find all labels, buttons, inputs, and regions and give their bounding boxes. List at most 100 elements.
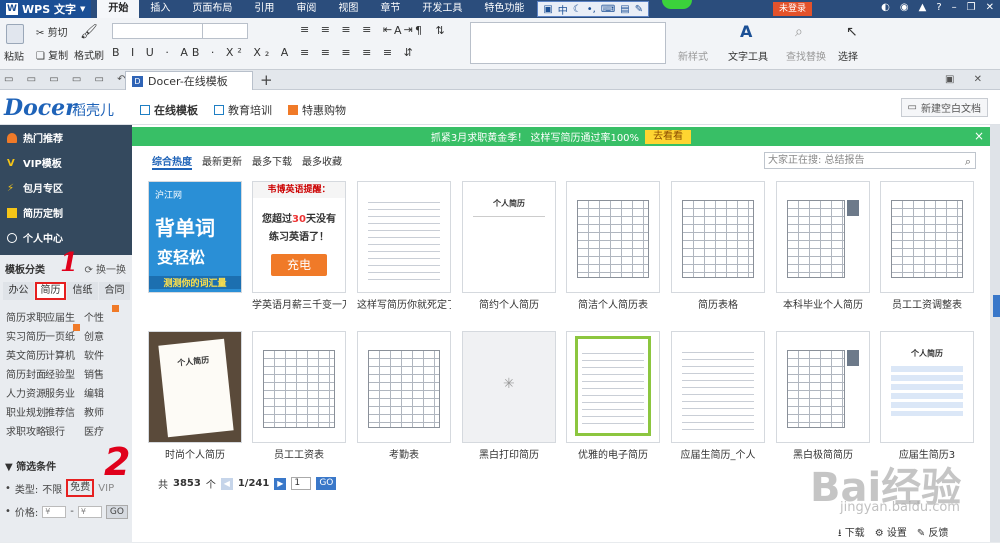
paste-button[interactable]: 粘贴 [4,48,24,63]
category-tag[interactable]: 软件 [84,347,117,362]
scrollbar[interactable] [990,125,1000,542]
next-page-button[interactable]: ▶ [274,477,287,490]
menu-item[interactable]: 页面布局 [181,0,243,18]
new-blank-document-button[interactable]: ▭ 新建空白文档 [900,98,988,117]
template-card[interactable]: 个人简历 应届生简历3 [880,331,974,461]
template-card[interactable]: 黑白极简简历 [776,331,870,461]
template-thumbnail[interactable] [880,181,974,293]
category-tag[interactable]: 银行 [45,423,78,438]
template-card[interactable]: 这样写简历你就死定了 [357,181,451,311]
download-button[interactable]: ⭳ 下载 [838,524,865,543]
tab-controls[interactable]: ▣ ✕ [945,74,990,85]
template-title[interactable]: 简约个人简历 [462,296,556,311]
sidebar-item-monthly[interactable]: ⚡ 包月专区 [0,175,132,200]
template-thumbnail[interactable]: 个人简历 [880,331,974,443]
template-thumbnail[interactable]: 个人简历 [148,331,242,443]
minimize-icon[interactable]: – [952,2,957,13]
sort-tab[interactable]: 最新更新 [202,153,242,170]
template-card[interactable]: 员工工资调整表 [880,181,974,311]
category-tag[interactable]: 服务业 [45,385,78,400]
sidebar-item-vip[interactable]: V VIP模板 [0,150,132,175]
template-card[interactable]: 本科毕业个人简历 [776,181,870,311]
template-title[interactable]: 员工工资调整表 [880,296,974,311]
template-title[interactable]: 本科毕业个人简历 [776,296,870,311]
category-tag[interactable]: 计算机 [45,347,78,362]
share-icon[interactable]: ◉ [900,2,909,13]
ad-cta-button[interactable]: 充电 [271,254,327,276]
menu-item[interactable]: 引用 [243,0,285,18]
ime-toolbar[interactable]: ▣ 中 ☾ •, ⌨ ▤ ✎ [537,1,650,17]
help-icon[interactable]: ? [936,2,941,13]
document-tab[interactable]: D Docer-在线模板 [125,71,253,90]
template-title[interactable]: 这样写简历你就死定了 [357,296,451,311]
format-painter-button[interactable]: 格式刷 [74,47,104,62]
template-thumbnail[interactable] [671,181,765,293]
template-thumbnail[interactable]: 个人简历 [462,181,556,293]
category-tag[interactable]: 职业规划 [6,404,46,419]
settings-button[interactable]: ⚙ 设置 [875,524,907,543]
new-tab-button[interactable]: + [260,71,273,89]
docer-logo[interactable]: Docer [4,95,77,121]
search-icon[interactable]: ⌕ [965,154,971,169]
restore-icon[interactable]: ❐ [967,2,976,13]
template-card[interactable]: 考勤表 [357,331,451,461]
template-title[interactable]: 简历表格 [671,296,765,311]
sort-tab[interactable]: 最多收藏 [302,153,342,170]
template-thumbnail[interactable] [566,181,660,293]
template-thumbnail[interactable] [776,331,870,443]
page-input[interactable]: 1 [291,477,312,490]
sidebar-item-profile[interactable]: 个人中心 [0,225,132,250]
type-option-free[interactable]: 免费 [66,479,95,497]
type-option-vip[interactable]: VIP [98,483,114,494]
template-card[interactable]: 优雅的电子简历 [566,331,660,461]
template-thumbnail[interactable]: 沪江网 背单词 变轻松 测测你的词汇量 [148,181,242,293]
menu-item[interactable]: 章节 [369,0,411,18]
price-max-input[interactable]: ¥ [77,505,102,518]
category-tag[interactable]: 应届生 [45,309,78,324]
category-tag[interactable]: 编辑 [84,385,117,400]
menu-item[interactable]: 视图 [327,0,369,18]
template-search-input[interactable]: 大家正在搜: 总结报告 ⌕ [764,152,976,169]
template-thumbnail[interactable]: 韦博英语提醒： 您超过30天没有 练习英语了！ 充电 [252,181,346,293]
category-tag[interactable]: 一页纸 [45,324,80,343]
template-card[interactable]: 员工工资表 [252,331,346,461]
font-format-row[interactable]: B I U · AB · X² X₂ A [112,46,292,59]
template-title[interactable]: 黑白打印简历 [462,446,556,461]
category-tab[interactable]: 办公 [3,282,34,300]
paste-icon[interactable] [6,24,24,44]
price-min-input[interactable]: ¥ [42,505,67,518]
tab-shopping[interactable]: 特惠购物 [288,102,346,118]
template-card[interactable]: ✳ 黑白打印简历 [462,331,556,461]
type-option-any[interactable]: 不限 [42,481,62,496]
template-card[interactable]: 个人简历时尚个人简历 [148,331,242,461]
category-tab[interactable]: 合同 [99,282,130,300]
category-tab[interactable]: 信纸 [67,282,98,300]
app-menu-button[interactable]: W WPS 文字 ▼ [0,0,92,18]
close-icon[interactable]: × [974,129,984,143]
template-thumbnail[interactable] [671,331,765,443]
sidebar-item-hot[interactable]: 热门推荐 [0,125,132,150]
category-tab[interactable]: 简历 [35,282,66,300]
template-card[interactable]: 沪江网 背单词 变轻松 测测你的词汇量 [148,181,242,296]
template-card[interactable]: 应届生简历_个人 [671,331,765,461]
font-size-field[interactable] [202,23,248,39]
template-title[interactable]: 时尚个人简历 [148,446,242,461]
menu-item[interactable]: 插入 [139,0,181,18]
login-button[interactable]: 未登录 [773,2,813,16]
align-row[interactable]: ≡ ≡ ≡ ≡ ≡ ⇵ [300,46,417,59]
category-tag[interactable]: 教师 [84,404,117,419]
copy-button[interactable]: ❏ 复制 [36,47,68,62]
cut-button[interactable]: ✂ 剪切 [36,24,68,39]
category-tag[interactable]: 实习简历 [6,328,46,343]
style-gallery[interactable] [470,22,666,64]
template-title[interactable]: 考勤表 [357,446,451,461]
template-title[interactable]: 学英语月薪三千变一万 [252,296,346,311]
category-tag[interactable]: 简历求职 [6,309,46,324]
menu-item[interactable]: 开发工具 [411,0,473,18]
tab-online-templates[interactable]: 在线模板 [140,102,198,118]
template-thumbnail[interactable] [252,331,346,443]
text-tools-button[interactable]: 文字工具 [728,48,768,63]
category-tag[interactable]: 求职攻略 [6,423,46,438]
template-card[interactable]: 简历表格 [671,181,765,311]
find-replace-button[interactable]: 查找替换 [786,48,826,63]
